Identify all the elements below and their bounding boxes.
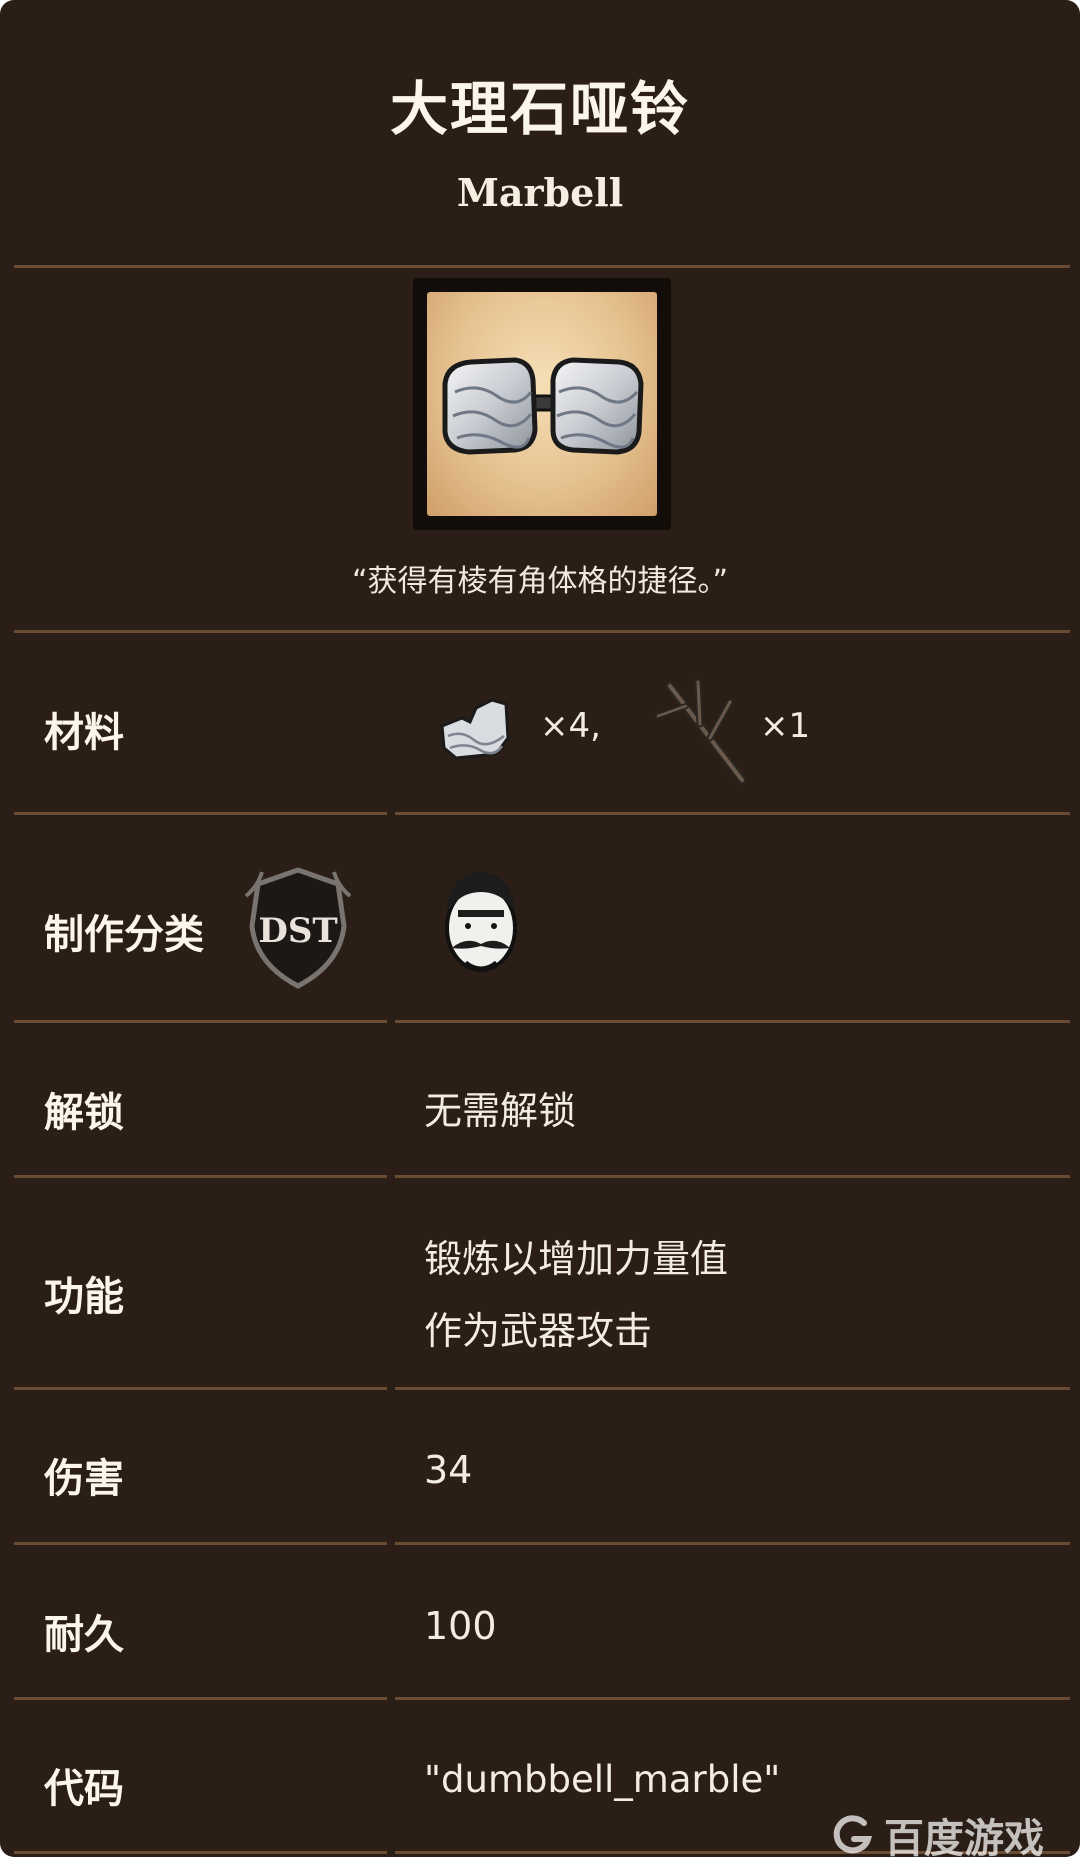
category-label: 制作分类 xyxy=(44,912,204,958)
function-label: 功能 xyxy=(44,1274,124,1320)
divider xyxy=(395,1387,1070,1390)
damage-value: 34 xyxy=(424,1448,473,1492)
divider xyxy=(395,1697,1070,1700)
damage-label: 伤害 xyxy=(44,1456,124,1502)
unlock-value: 无需解锁 xyxy=(424,1089,577,1133)
materials-label: 材料 xyxy=(44,710,124,756)
divider xyxy=(14,1542,387,1545)
divider xyxy=(14,1020,387,1023)
item-info-card: 大理石哑铃 Marbell “获得有棱有角体格的捷径。” 材料 ×4, ×1 制… xyxy=(0,0,1080,1857)
divider xyxy=(395,812,1070,815)
watermark: 百度游戏 xyxy=(830,1812,1044,1857)
divider xyxy=(14,1697,387,1700)
divider xyxy=(14,265,1070,268)
divider xyxy=(14,630,1070,633)
dst-badge-icon: DST xyxy=(244,867,352,989)
function-line-2: 作为武器攻击 xyxy=(424,1309,653,1353)
item-english-name: Marbell xyxy=(456,170,624,215)
divider xyxy=(395,1175,1070,1178)
baidu-games-logo-icon xyxy=(833,1815,873,1854)
code-label: 代码 xyxy=(44,1766,124,1812)
unlock-label: 解锁 xyxy=(44,1090,124,1136)
divider xyxy=(14,1387,387,1390)
item-image-frame xyxy=(413,278,671,530)
item-title: 大理石哑铃 xyxy=(389,75,690,143)
divider xyxy=(14,812,387,815)
twigs-icon[interactable] xyxy=(650,676,750,786)
divider xyxy=(395,1542,1070,1545)
item-quote: “获得有棱有角体格的捷径。” xyxy=(351,564,729,599)
wolfgang-portrait-icon[interactable] xyxy=(436,866,526,978)
divider xyxy=(14,1851,387,1854)
svg-text:DST: DST xyxy=(258,911,337,951)
durability-value: 100 xyxy=(424,1604,497,1648)
code-value: "dumbbell_marble" xyxy=(424,1758,781,1801)
function-line-1: 锻炼以增加力量值 xyxy=(424,1237,729,1281)
divider xyxy=(14,1175,387,1178)
marble-count: ×4, xyxy=(540,706,601,746)
watermark-text: 百度游戏 xyxy=(884,1816,1044,1857)
divider xyxy=(395,1020,1070,1023)
marble-dumbbell-icon xyxy=(427,292,657,516)
durability-label: 耐久 xyxy=(44,1612,124,1658)
marble-icon[interactable] xyxy=(436,688,516,768)
twigs-count: ×1 xyxy=(760,706,811,746)
